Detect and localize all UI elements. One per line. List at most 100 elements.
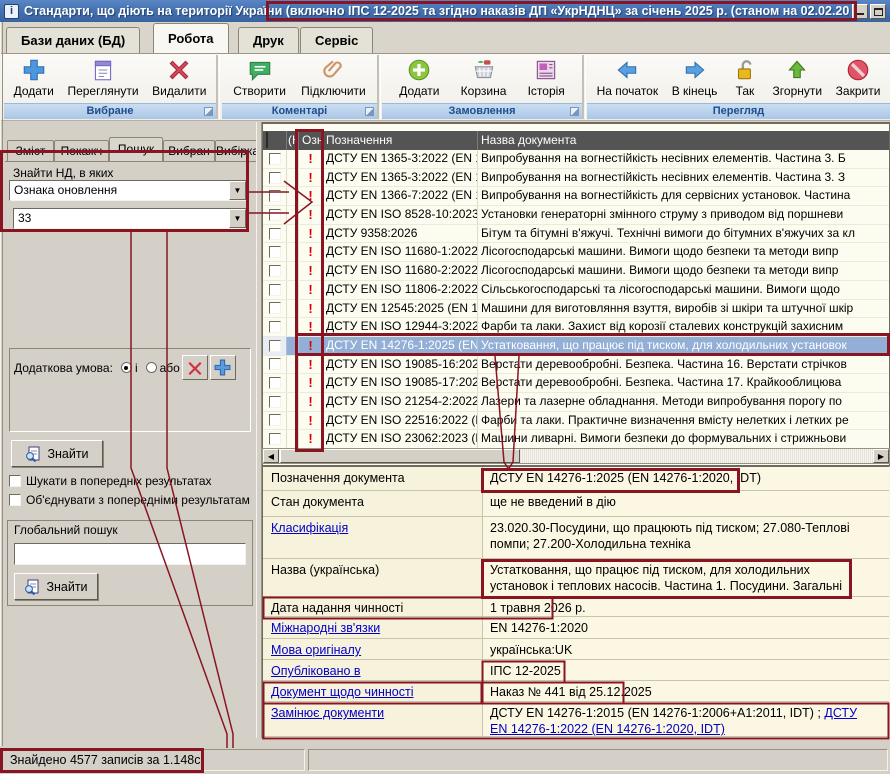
scrollbar-thumb[interactable] xyxy=(280,449,520,463)
panel-tab-poshuk[interactable]: Пошук xyxy=(109,137,163,161)
row-designation-cell[interactable]: ДСТУ EN 1366-7:2022 (EN 1366- xyxy=(323,187,478,205)
view-favorite-button[interactable]: Переглянути xyxy=(63,56,142,99)
checkbox-icon[interactable] xyxy=(269,321,281,333)
radio-or[interactable] xyxy=(146,362,157,373)
checkbox-icon[interactable] xyxy=(269,302,281,314)
table-row[interactable]: ! ДСТУ EN ISO 11680-2:2022 (EN Лісогоспо… xyxy=(263,262,889,281)
detail-label-text[interactable]: Міжнародні зв'язки xyxy=(271,621,380,635)
row-designation-cell[interactable]: ДСТУ EN 12545:2025 (EN 12545 xyxy=(323,300,478,318)
collapse-button[interactable]: Згорнути xyxy=(769,56,827,99)
find-button[interactable]: Знайти xyxy=(11,440,103,467)
row-name-cell[interactable]: Випробування на вогнестійкість несівних … xyxy=(478,169,889,187)
row-designation-cell[interactable]: ДСТУ EN 1365-3:2022 (EN 1365 xyxy=(323,169,478,187)
checkbox-icon[interactable] xyxy=(269,265,281,277)
table-row[interactable]: ! ДСТУ EN 1365-3:2022 (EN 1365- Випробув… xyxy=(263,150,889,169)
row-designation-cell[interactable]: ДСТУ EN ISO 23062:2023 (EN IS xyxy=(323,430,478,448)
go-start-button[interactable]: На початок xyxy=(593,56,663,99)
row-name-cell[interactable]: Машини ливарні. Вимоги безпеки до формув… xyxy=(478,430,889,448)
basket-button[interactable]: Корзина xyxy=(457,56,511,99)
tab-bazy-danykh[interactable]: Бази даних (БД) xyxy=(6,27,140,53)
row-name-cell[interactable]: Верстати деревообробні. Безпека. Частина… xyxy=(478,356,889,374)
table-row[interactable]: ! ДСТУ EN ISO 19085-17:2022 (EN Верстати… xyxy=(263,374,889,393)
panel-tab-vybirka[interactable]: Вибірка xyxy=(215,140,256,161)
row-checkbox-cell[interactable] xyxy=(263,150,287,168)
row-checkbox-cell[interactable] xyxy=(263,187,287,205)
scroll-left-button[interactable]: ◀ xyxy=(263,449,279,463)
table-row[interactable]: ! ДСТУ EN ISO 11806-2:2022 (EN Сільськог… xyxy=(263,281,889,300)
row-designation-cell[interactable]: ДСТУ 9358:2026 xyxy=(323,225,478,243)
table-row[interactable]: ! ДСТУ EN ISO 19085-16:2022 (EN Верстати… xyxy=(263,356,889,375)
row-name-cell[interactable]: Машини для виготовляння взуття, виробів … xyxy=(478,300,889,318)
tab-druk[interactable]: Друк xyxy=(238,27,299,53)
row-name-cell[interactable]: Верстати деревообробні. Безпека. Частина… xyxy=(478,374,889,392)
table-row[interactable]: ! ДСТУ EN 1366-7:2022 (EN 1366- Випробув… xyxy=(263,187,889,206)
header-num[interactable]: (Н xyxy=(287,131,299,150)
dialog-launcher-icon[interactable] xyxy=(365,107,374,116)
maximize-button[interactable] xyxy=(870,4,886,19)
go-end-button[interactable]: В кінець xyxy=(668,56,722,99)
checkbox-icon[interactable] xyxy=(269,414,281,426)
chevron-down-icon[interactable]: ▼ xyxy=(229,209,246,228)
checkbox-icon[interactable] xyxy=(269,284,281,296)
global-find-button[interactable]: Знайти xyxy=(14,573,98,600)
tab-robota[interactable]: Робота xyxy=(153,23,229,53)
checkbox-icon[interactable] xyxy=(269,172,281,184)
checkbox-icon[interactable] xyxy=(269,377,281,389)
checkbox-icon[interactable] xyxy=(269,209,281,221)
detail-label-text[interactable]: Опубліковано в xyxy=(271,664,361,678)
table-row[interactable]: ! ДСТУ EN ISO 23062:2023 (EN IS Машини л… xyxy=(263,430,889,449)
detail-label-text[interactable]: Документ щодо чинності xyxy=(271,685,413,699)
row-designation-cell[interactable]: ДСТУ EN ISO 11680-2:2022 (EN xyxy=(323,262,478,280)
checkbox-icon[interactable] xyxy=(9,475,21,487)
checkbox-icon[interactable] xyxy=(269,358,281,370)
row-designation-cell[interactable]: ДСТУ EN ISO 19085-16:2022 (EN xyxy=(323,356,478,374)
header-checkbox-cell[interactable] xyxy=(263,131,287,150)
table-row[interactable]: ! ДСТУ EN ISO 8528-10:2023 (EN Установки… xyxy=(263,206,889,225)
row-name-cell[interactable]: Устатковання, що працює під тиском, для … xyxy=(478,337,889,355)
radio-and[interactable] xyxy=(121,362,132,373)
checkbox-icon[interactable] xyxy=(269,190,281,202)
row-name-cell[interactable]: Бітум та бітумні в'яжучі. Технічні вимог… xyxy=(478,225,889,243)
row-checkbox-cell[interactable] xyxy=(263,243,287,261)
chevron-down-icon[interactable]: ▼ xyxy=(229,181,246,200)
lock-button[interactable]: Так xyxy=(727,56,763,99)
row-designation-cell[interactable]: ДСТУ EN ISO 11680-1:2022 (EN xyxy=(323,243,478,261)
row-name-cell[interactable]: Лісогосподарські машини. Вимоги щодо без… xyxy=(478,243,889,261)
row-checkbox-cell[interactable] xyxy=(263,262,287,280)
row-name-cell[interactable]: Лісогосподарські машини. Вимоги щодо без… xyxy=(478,262,889,280)
history-button[interactable]: Історія xyxy=(524,56,569,99)
panel-tab-zmist[interactable]: Зміст xyxy=(7,140,54,161)
row-designation-cell[interactable]: ДСТУ EN 1365-3:2022 (EN 1365- xyxy=(323,150,478,168)
checkbox-icon[interactable] xyxy=(269,396,281,408)
row-name-cell[interactable]: Фарби та лаки. Захист від корозії сталев… xyxy=(478,318,889,336)
row-designation-cell[interactable]: ДСТУ EN ISO 19085-17:2022 (EN xyxy=(323,374,478,392)
row-checkbox-cell[interactable] xyxy=(263,281,287,299)
header-name[interactable]: Назва документа xyxy=(478,131,889,150)
minimize-button[interactable] xyxy=(852,4,868,19)
row-designation-cell[interactable]: ДСТУ EN ISO 11806-2:2022 (EN xyxy=(323,281,478,299)
attach-comment-button[interactable]: Підключити xyxy=(297,56,370,99)
row-name-cell[interactable]: Фарби та лаки. Практичне визначення вміс… xyxy=(478,412,889,430)
dialog-launcher-icon[interactable] xyxy=(204,107,213,116)
row-name-cell[interactable]: Випробування на вогнестійкість несівних … xyxy=(478,150,889,168)
checkbox-icon[interactable] xyxy=(269,433,281,445)
table-row[interactable]: ! ДСТУ EN ISO 12944-3:2022 (EN Фарби та … xyxy=(263,318,889,337)
table-row[interactable]: ! ДСТУ EN ISO 11680-1:2022 (EN Лісогоспо… xyxy=(263,243,889,262)
add-order-button[interactable]: Додати xyxy=(395,56,443,99)
create-comment-button[interactable]: Створити xyxy=(229,56,290,99)
checkbox-icon[interactable] xyxy=(269,246,281,258)
table-row[interactable]: ! ДСТУ EN 14276-1:2025 (EN 142 Устаткова… xyxy=(263,337,889,356)
header-designation[interactable]: Позначення xyxy=(323,131,478,150)
delete-favorite-button[interactable]: Видалити xyxy=(148,56,210,99)
row-checkbox-cell[interactable] xyxy=(263,300,287,318)
checkbox-icon[interactable] xyxy=(269,228,281,240)
row-checkbox-cell[interactable] xyxy=(263,356,287,374)
document-link[interactable]: ДСТУ EN 14276-1:2022 (EN 14276-1:2020, I… xyxy=(490,706,857,736)
checkbox-icon[interactable] xyxy=(269,340,281,352)
table-row[interactable]: ! ДСТУ EN 12545:2025 (EN 12545 Машини дл… xyxy=(263,300,889,319)
panel-tab-pokazhch[interactable]: Покажч xyxy=(54,140,109,161)
join-previous-checkbox[interactable]: Об'єднувати з попередніми результатам xyxy=(9,493,250,507)
row-name-cell[interactable]: Випробування на вогнестійкість для серві… xyxy=(478,187,889,205)
dialog-launcher-icon[interactable] xyxy=(570,107,579,116)
table-row[interactable]: ! ДСТУ 9358:2026 Бітум та бітумні в'яжуч… xyxy=(263,225,889,244)
